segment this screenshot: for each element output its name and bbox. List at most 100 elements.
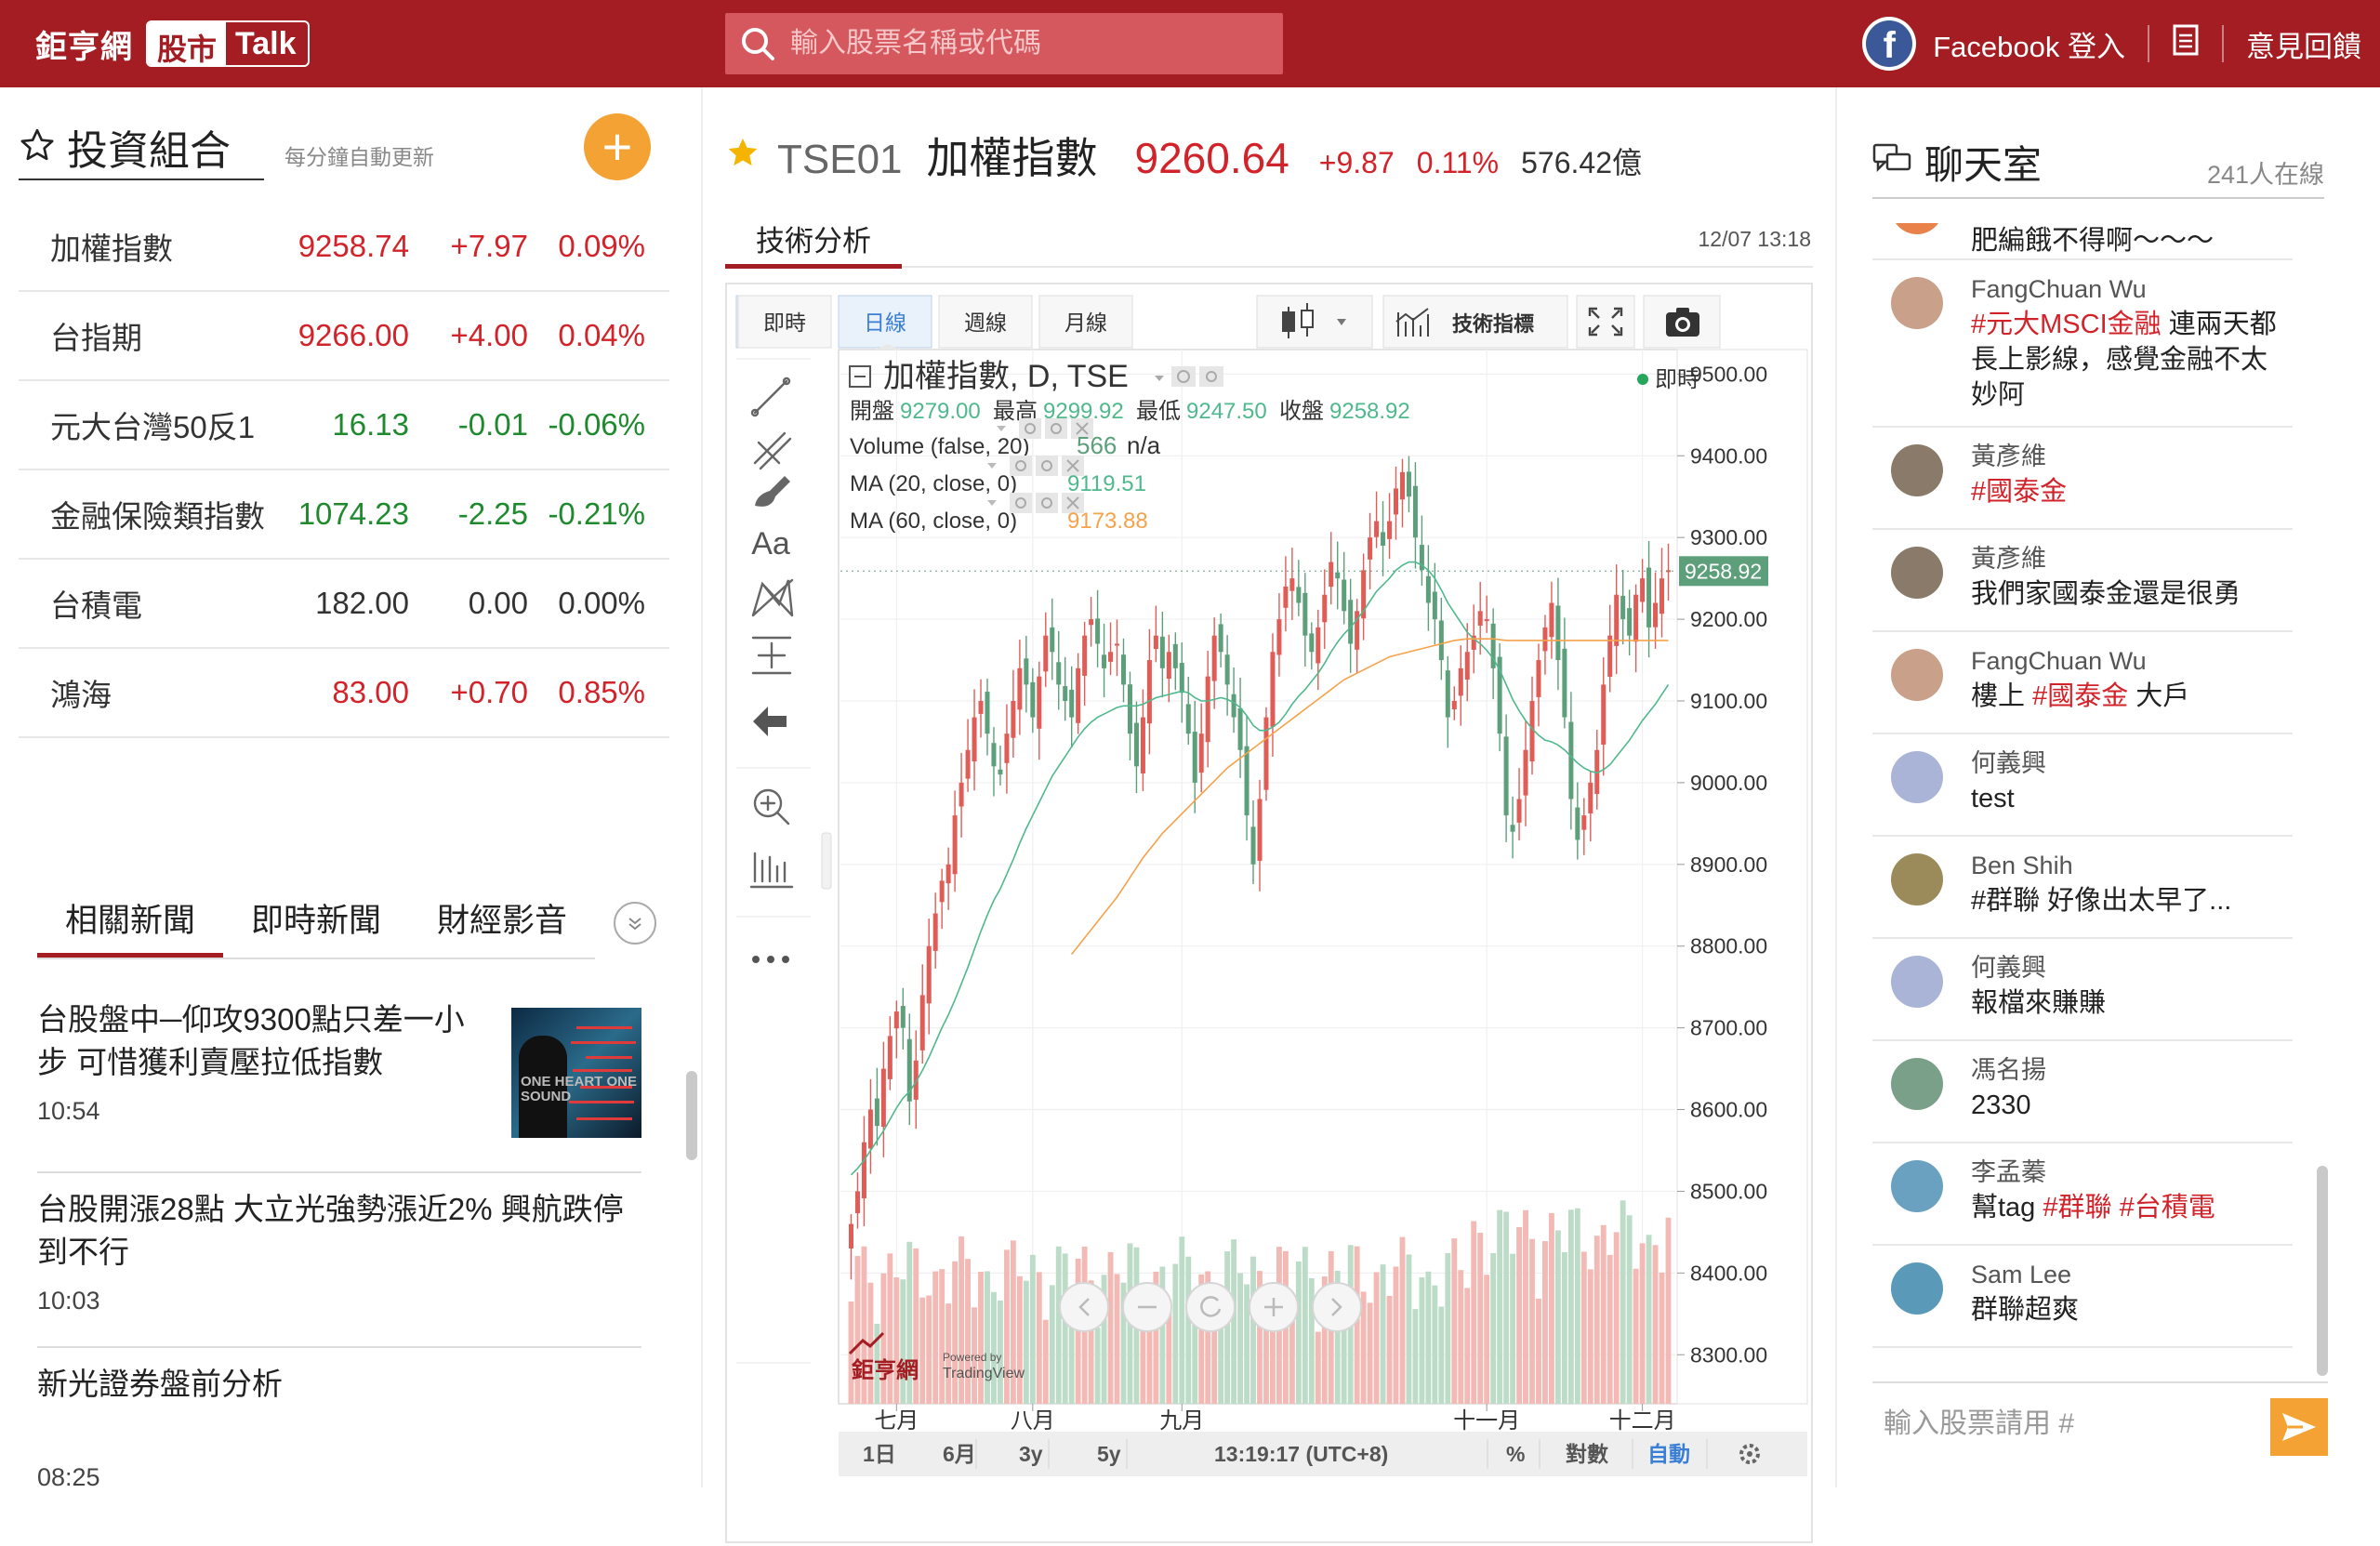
news-scrollbar[interactable] bbox=[686, 1071, 697, 1160]
clock-readout[interactable]: 13:19:17 (UTC+8) bbox=[1214, 1442, 1388, 1466]
avatar[interactable] bbox=[1891, 751, 1943, 803]
chat-message[interactable]: 馮名揚 2330 bbox=[1872, 1041, 2293, 1143]
news-tab[interactable]: 相關新聞 bbox=[37, 887, 223, 958]
avatar[interactable] bbox=[1891, 1262, 1943, 1315]
tradingview-chart[interactable]: Aa 即時 日線 週線 月線 技術指標 9500.009400.009300.0… bbox=[727, 284, 1811, 1541]
portfolio-row[interactable]: 加權指數 9258.74 +7.97 0.09% bbox=[19, 203, 669, 292]
chat-username[interactable]: FangChuan Wu bbox=[1971, 643, 2287, 679]
stock-tag-link[interactable]: #元大MSCI金融 bbox=[1971, 310, 2162, 339]
zoom-in-icon[interactable] bbox=[753, 788, 790, 826]
avatar[interactable] bbox=[1891, 649, 1943, 701]
indicator-gear-button[interactable] bbox=[1036, 493, 1058, 513]
document-icon[interactable] bbox=[2172, 24, 2200, 63]
scroll-right-button[interactable] bbox=[1312, 1282, 1362, 1332]
facebook-icon[interactable]: f bbox=[1862, 17, 1917, 71]
measure-tool-icon[interactable] bbox=[751, 636, 792, 675]
range-button[interactable]: 6月 bbox=[943, 1442, 976, 1466]
chevron-down-icon[interactable] bbox=[614, 902, 656, 945]
indicator-eye-button[interactable] bbox=[1010, 493, 1032, 513]
search-box[interactable] bbox=[725, 13, 1283, 74]
indicator-gear-button[interactable] bbox=[1045, 418, 1067, 439]
chat-message[interactable]: FangChuan Wu #元大MSCI金融 連兩天都長上影線，感覺金融不太妙阿 bbox=[1872, 260, 2293, 428]
news-item[interactable]: 新光證券盤前分析 08:25 bbox=[37, 1348, 641, 1491]
arrow-left-icon[interactable] bbox=[753, 707, 787, 736]
news-item[interactable]: 台股盤中─仰攻9300點只差一小步 可惜獲利賣壓拉低指數 10:54 ONE HEA… bbox=[37, 998, 641, 1173]
chat-username[interactable]: Sam Lee bbox=[1971, 1257, 2287, 1292]
chat-username[interactable]: 馮名揚 bbox=[1971, 1052, 2287, 1088]
indicator-eye-button[interactable] bbox=[1019, 418, 1041, 439]
chat-message[interactable]: 黃彥維 #國泰金 bbox=[1872, 428, 2293, 530]
legend-eye-icon[interactable] bbox=[1171, 366, 1196, 387]
chat-scrollbar[interactable] bbox=[2317, 1166, 2328, 1376]
avatar[interactable] bbox=[1891, 853, 1943, 905]
portfolio-row[interactable]: 鴻海 83.00 +0.70 0.85% bbox=[19, 649, 669, 738]
chat-message[interactable]: Sam Lee 群聯超爽 bbox=[1872, 1246, 2293, 1348]
toolbar-collapse-handle[interactable] bbox=[821, 832, 832, 890]
add-stock-button[interactable]: + bbox=[584, 113, 651, 180]
ruler-chart-icon[interactable] bbox=[749, 852, 794, 889]
avatar[interactable] bbox=[1891, 1058, 1943, 1110]
news-item[interactable]: 台股開漲28點 大立光強勢漲近2% 興航跌停到不行 10:03 bbox=[37, 1173, 641, 1348]
portfolio-row[interactable]: 金融保險類指數 1074.23 -2.25 -0.21% bbox=[19, 470, 669, 560]
chat-message[interactable]: 何義興 test bbox=[1872, 734, 2293, 837]
chat-username[interactable]: 黃彥維 bbox=[1971, 541, 2287, 576]
toolbar-button-interval[interactable]: 即時 日線 週線 月線 bbox=[737, 295, 1133, 349]
text-tool[interactable]: Aa bbox=[751, 526, 790, 562]
chat-message[interactable]: 何義興 報檔來賺賺 bbox=[1872, 939, 2293, 1041]
log-toggle[interactable]: 對數 bbox=[1566, 1442, 1608, 1466]
news-tab[interactable]: 財經影音 bbox=[409, 887, 595, 958]
range-button[interactable]: 3y bbox=[1019, 1442, 1043, 1466]
chat-username[interactable]: 黃彥維 bbox=[1971, 439, 2287, 474]
search-icon[interactable] bbox=[725, 25, 790, 62]
reset-button[interactable] bbox=[1185, 1282, 1236, 1332]
more-options-icon[interactable] bbox=[752, 956, 789, 963]
avatar[interactable] bbox=[1891, 277, 1943, 329]
avatar[interactable] bbox=[1891, 547, 1943, 599]
trend-line-tool-icon[interactable] bbox=[750, 377, 791, 417]
facebook-login-link[interactable]: Facebook 登入 bbox=[1933, 23, 2125, 65]
indicator-gear-button[interactable] bbox=[1036, 456, 1058, 476]
range-button[interactable]: 1日 bbox=[863, 1442, 896, 1466]
brush-tool-icon[interactable] bbox=[755, 476, 790, 507]
feedback-link[interactable]: 意見回饋 bbox=[2246, 23, 2361, 65]
news-thumbnail[interactable]: ONE HEART ONE SOUND bbox=[511, 1008, 641, 1138]
search-input[interactable] bbox=[790, 28, 1255, 59]
fullscreen-button[interactable] bbox=[1576, 295, 1635, 349]
stock-tag-link[interactable]: #國泰金 bbox=[2032, 681, 2128, 711]
chat-message[interactable]: 黃彥維 我們家國泰金還是很勇 bbox=[1872, 530, 2293, 632]
stock-tag-link[interactable]: #群聯 bbox=[2043, 1193, 2111, 1222]
avatar[interactable] bbox=[1891, 956, 1943, 1008]
chat-message[interactable]: 肥編餓不得啊～～～ bbox=[1872, 223, 2293, 260]
chat-message-list[interactable]: 肥編餓不得啊～～～ FangChuan Wu #元大MSCI金融 連兩天都長上影線，… bbox=[1872, 223, 2293, 1376]
avatar[interactable] bbox=[1891, 444, 1943, 496]
chat-message[interactable]: FangChuan Wu 樓上 #國泰金 大戶 bbox=[1872, 632, 2293, 734]
send-button[interactable] bbox=[2270, 1398, 2328, 1456]
price-axis[interactable] bbox=[1676, 349, 1808, 1405]
fib-tool-icon[interactable] bbox=[753, 431, 792, 470]
scroll-left-button[interactable] bbox=[1059, 1282, 1109, 1332]
chat-username[interactable]: 何義興 bbox=[1971, 950, 2287, 985]
chat-username[interactable]: FangChuan Wu bbox=[1971, 271, 2287, 307]
legend-gear-icon[interactable] bbox=[1199, 366, 1223, 387]
portfolio-row[interactable]: 元大台灣50反1 16.13 -0.01 -0.06% bbox=[19, 381, 669, 470]
chat-message-input[interactable] bbox=[1872, 1408, 2244, 1440]
stock-tag-link[interactable]: #台積電 bbox=[2120, 1193, 2215, 1222]
auto-toggle[interactable]: 自動 bbox=[1647, 1442, 1690, 1466]
chat-username[interactable]: 何義興 bbox=[1971, 746, 2287, 781]
patterns-tool-icon[interactable] bbox=[751, 578, 794, 617]
indicator-eye-button[interactable] bbox=[1010, 456, 1032, 476]
chat-message[interactable]: 李孟蓁 幫tag #群聯 #台積電 bbox=[1872, 1143, 2293, 1246]
candle-style-button[interactable] bbox=[1256, 295, 1373, 349]
site-logo[interactable]: 鉅亨網 股市 Talk bbox=[35, 20, 310, 67]
chat-username[interactable]: 李孟蓁 bbox=[1971, 1155, 2287, 1190]
stock-tag-link[interactable]: #國泰金 bbox=[1971, 477, 2067, 507]
chat-message[interactable]: Ben Shih #群聯 好像出太早了... bbox=[1872, 837, 2293, 939]
percent-toggle[interactable]: % bbox=[1506, 1442, 1525, 1466]
portfolio-row[interactable]: 台積電 182.00 0.00 0.00% bbox=[19, 560, 669, 649]
news-tab[interactable]: 即時新聞 bbox=[223, 887, 409, 958]
star-filled-icon[interactable] bbox=[725, 135, 762, 175]
avatar[interactable] bbox=[1891, 223, 1943, 234]
chat-username[interactable]: Ben Shih bbox=[1971, 848, 2287, 883]
avatar[interactable] bbox=[1891, 1160, 1943, 1212]
portfolio-row[interactable]: 台指期 9266.00 +4.00 0.04% bbox=[19, 292, 669, 381]
